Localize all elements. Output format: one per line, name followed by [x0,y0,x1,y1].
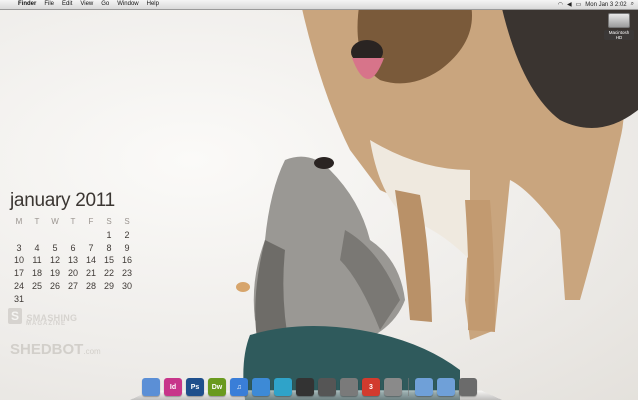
drive-label: Macintosh HD [604,30,634,40]
calendar-day: 17 [13,268,24,279]
calendar-day: 18 [31,268,42,279]
smashing-s-icon: S [8,308,22,324]
weekday-label: S [106,217,112,226]
calendar-day: 11 [32,255,42,266]
weekday-label: T [34,217,40,226]
calendar-day: 20 [67,268,78,279]
calendar-empty-cell [46,293,64,306]
calendar-day: 3 [16,242,22,253]
calendar-day: 15 [103,255,114,266]
calendar-day: 30 [121,280,132,291]
wallpaper-calendar: january 2011 M T W T F S S 1 2 3 4 5 6 7 8 9 10 11… [10,190,132,306]
calendar-empty-cell [46,229,64,242]
calendar-empty-cell [118,293,136,306]
hard-drive-icon[interactable] [608,13,630,28]
finder-icon[interactable] [142,378,160,396]
calendar-title: january 2011 [10,190,115,211]
smashing-magazine-logo: S SMASHING MAGAZINE [8,308,77,327]
calendar-day: 21 [85,268,96,279]
shedbot-logo: SHEDBOT.com [10,341,101,358]
applications-folder-icon[interactable] [415,378,433,396]
calendar-day: 22 [103,268,114,279]
menu-file[interactable]: File [40,0,58,9]
safari-icon[interactable] [252,378,270,396]
itunes-icon[interactable]: ♫ [230,378,248,396]
calendar-day: 23 [121,268,132,279]
dock: Id Ps Dw ♫ 3 [130,370,502,400]
calendar-day: 9 [124,242,130,253]
dock-items: Id Ps Dw ♫ 3 [142,378,477,396]
calendar-day: 27 [67,280,78,291]
calendar-day: 12 [49,255,60,266]
terminal-icon[interactable] [318,378,336,396]
shedbot-suffix: .com [83,347,101,356]
menu-clock[interactable]: Mon Jan 3 2:02 [585,2,626,8]
media-icon[interactable] [296,378,314,396]
menu-bar: Finder File Edit View Go Window Help ◠ ◀… [0,0,638,10]
calendar-day: 5 [52,242,58,253]
calendar-day: 25 [31,280,42,291]
calendar-empty-cell [28,229,46,242]
calendar-day: 4 [34,242,40,253]
menu-help[interactable]: Help [143,0,163,9]
calendar-day: 7 [88,242,94,253]
calendar-empty-cell [100,293,118,306]
weekday-label: M [15,217,23,226]
shedbot-text: SHEDBOT [10,341,84,358]
calendar-empty-cell [82,293,100,306]
weekday-label: T [70,217,76,226]
calendar-empty-cell [64,229,82,242]
desktop-drive[interactable]: Macintosh HD [604,13,634,40]
messenger-icon[interactable] [274,378,292,396]
calendar-empty-cell [28,293,46,306]
calendar-empty-cell [10,229,28,242]
documents-folder-icon[interactable] [437,378,455,396]
spotlight-search-icon[interactable]: ⌕ [631,1,634,8]
wifi-icon[interactable]: ◠ [558,1,563,8]
indesign-icon[interactable]: Id [164,378,182,396]
menu-go[interactable]: Go [97,0,113,9]
trash-icon[interactable] [459,378,477,396]
volume-icon[interactable]: ◀ [567,1,572,8]
calendar-day: 29 [103,280,114,291]
preview-icon[interactable] [384,378,402,396]
calendar-day: 2 [124,229,130,240]
calendar-icon[interactable]: 3 [362,378,380,396]
calendar-day: 14 [85,255,96,266]
battery-icon[interactable]: ▭ [576,1,582,8]
dreamweaver-icon[interactable]: Dw [208,378,226,396]
calendar-day: 19 [49,268,60,279]
photoshop-icon[interactable]: Ps [186,378,204,396]
calendar-day: 16 [121,255,132,266]
calendar-grid: M T W T F S S 1 2 3 4 5 6 7 8 9 10 11 12 13 14 15 16 17 1… [10,216,132,306]
weekday-label: F [88,217,94,226]
calendar-day: 1 [106,229,112,240]
calendar-day: 26 [49,280,60,291]
calendar-day: 31 [13,293,24,304]
calendar-day: 24 [13,280,24,291]
calendar-day: 10 [13,255,24,266]
dock-separator [408,378,409,396]
menu-edit[interactable]: Edit [58,0,76,9]
calendar-day: 8 [106,242,112,253]
menu-finder[interactable]: Finder [14,0,40,9]
calendar-day: 13 [67,255,78,266]
calendar-day: 28 [85,280,96,291]
menu-view[interactable]: View [76,0,97,9]
menu-window[interactable]: Window [113,0,142,9]
calendar-empty-cell [82,229,100,242]
weekday-label: S [124,217,130,226]
weekday-label: W [51,217,59,226]
system-preferences-icon[interactable] [340,378,358,396]
calendar-empty-cell [64,293,82,306]
calendar-day: 6 [70,242,76,253]
